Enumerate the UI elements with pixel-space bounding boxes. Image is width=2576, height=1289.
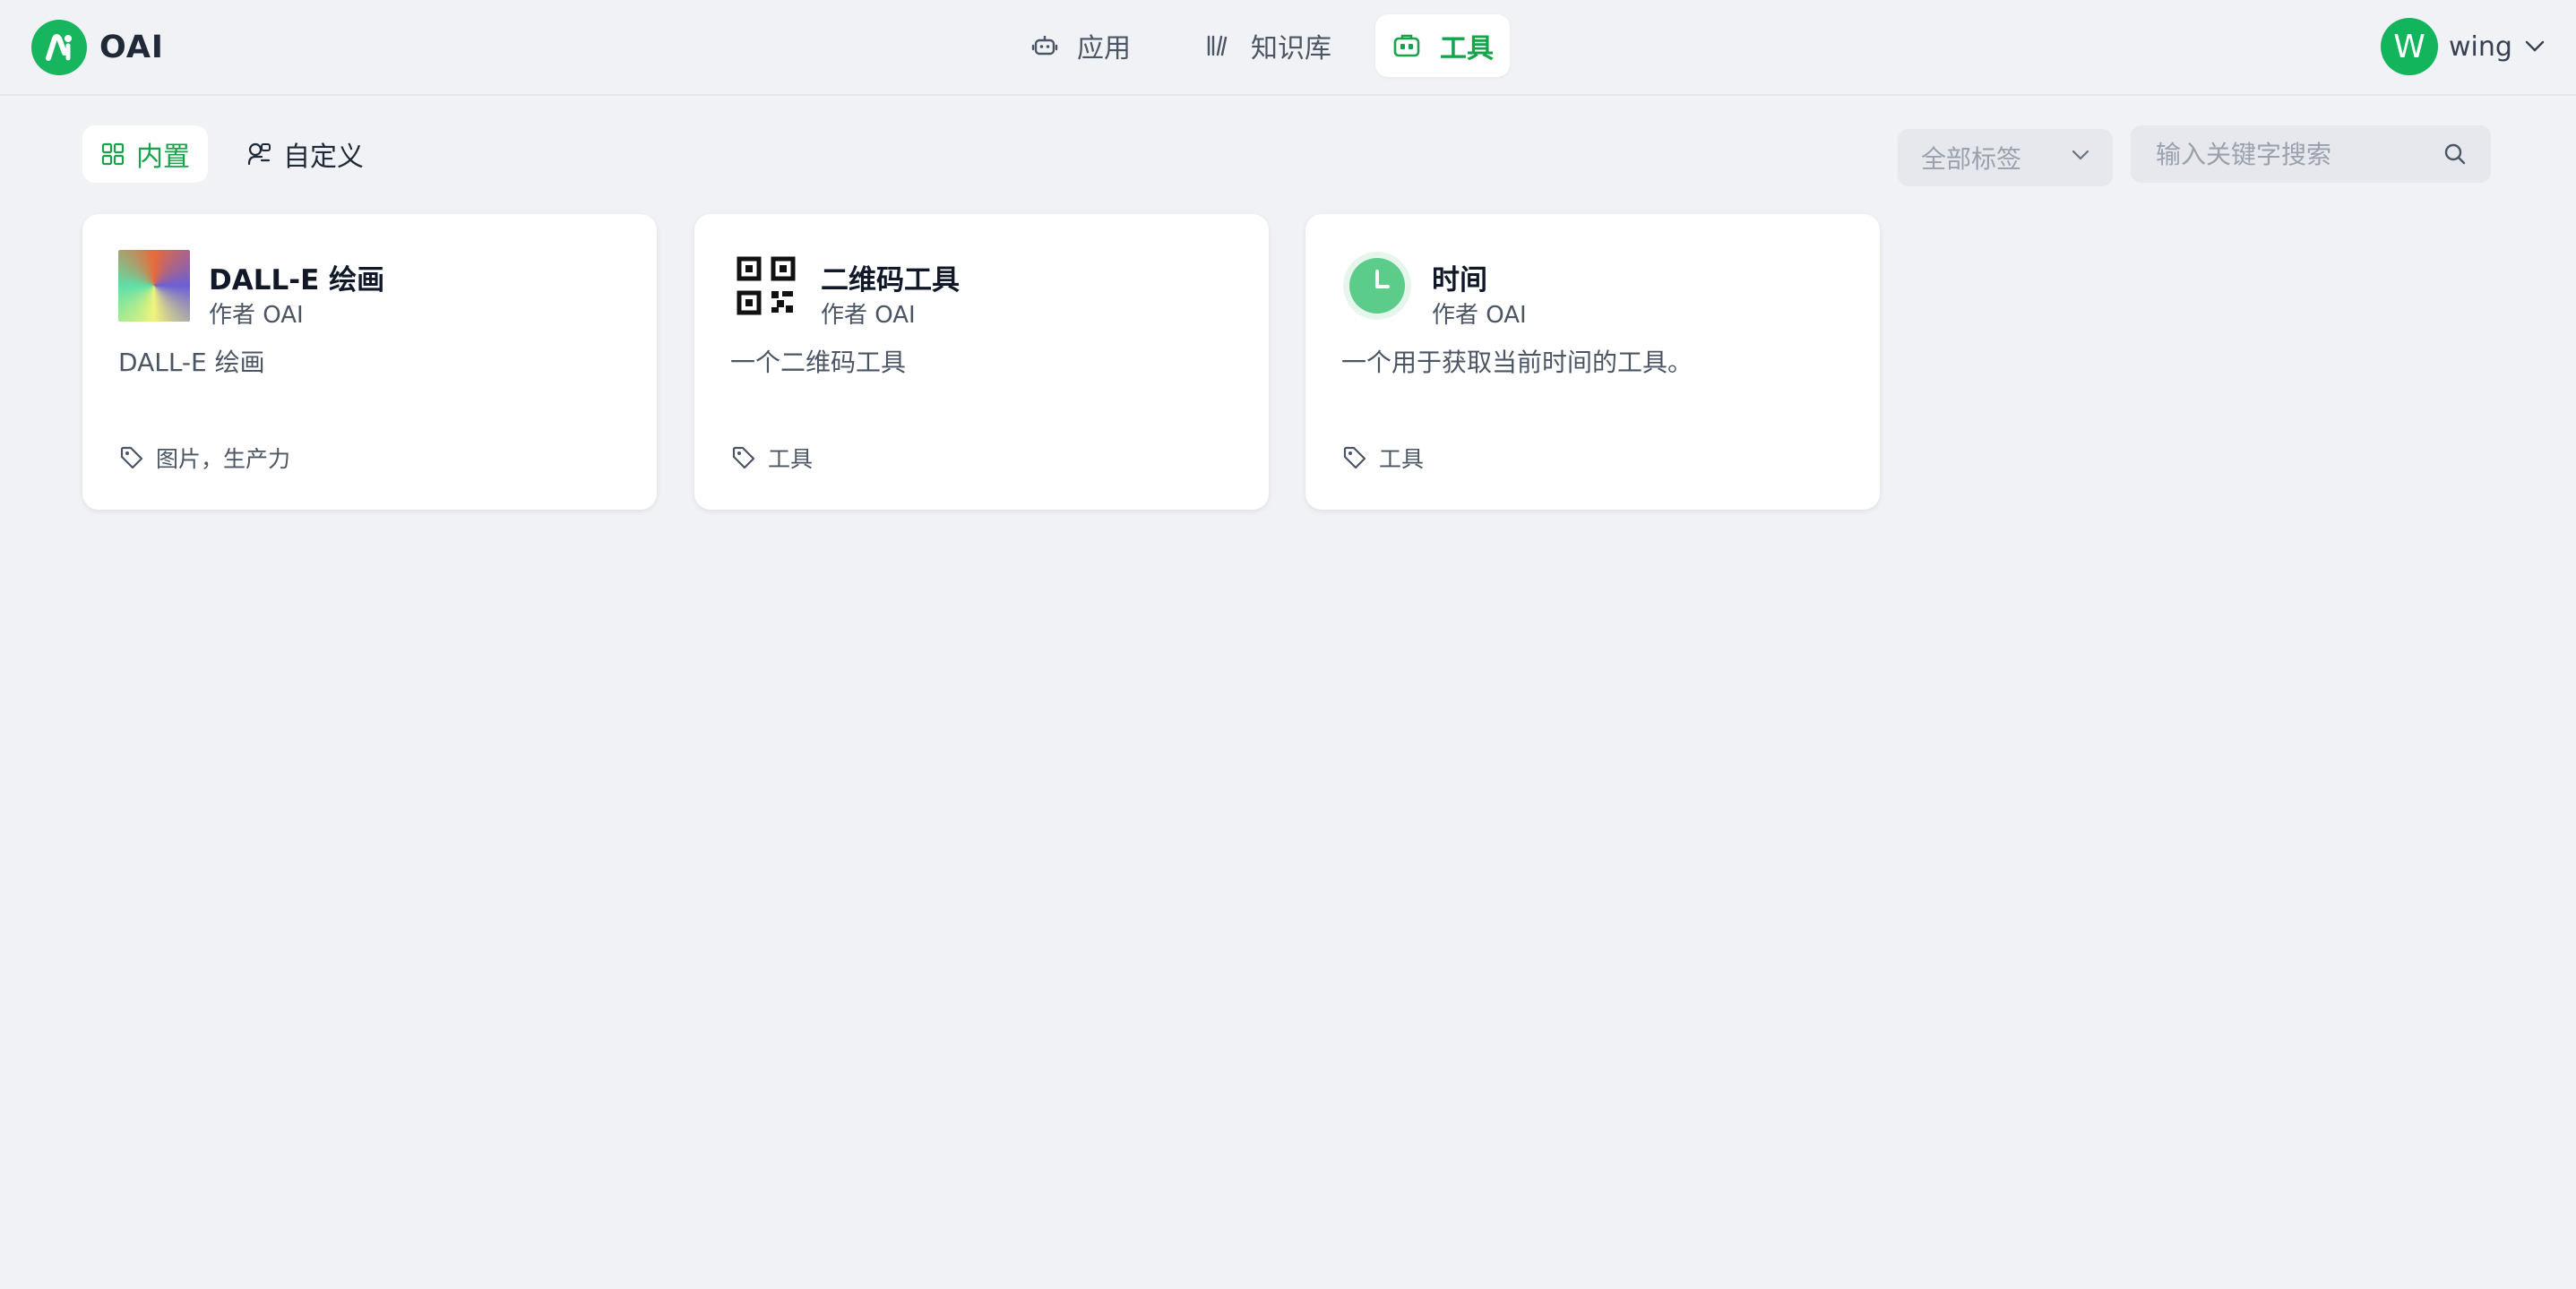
nav-label: 工具 bbox=[1440, 33, 1494, 64]
tab-label: 内置 bbox=[136, 142, 190, 173]
logo-icon bbox=[31, 20, 87, 75]
card-tags: 工具 bbox=[1341, 442, 1424, 474]
chevron-down-icon bbox=[2072, 150, 2089, 160]
brand-name: OAI bbox=[99, 30, 164, 65]
card-tags-text: 工具 bbox=[1379, 446, 1425, 472]
tag-icon bbox=[120, 446, 143, 469]
nav-label: 知识库 bbox=[1251, 33, 1331, 64]
card-description: 一个用于获取当前时间的工具。 bbox=[1341, 348, 1693, 377]
tab-builtin[interactable]: 内置 bbox=[82, 125, 208, 183]
search-icon[interactable] bbox=[2442, 142, 2468, 167]
card-author: 作者 OAI bbox=[209, 302, 304, 329]
toolbox-icon bbox=[1393, 34, 1420, 57]
nav-item-apps[interactable]: 应用 bbox=[1014, 14, 1147, 77]
card-tags: 工具 bbox=[730, 442, 813, 474]
logo[interactable]: OAI bbox=[31, 20, 164, 75]
tag-filter-select[interactable]: 全部标签 bbox=[1898, 129, 2113, 186]
qr-code-icon bbox=[730, 250, 802, 322]
tab-label: 自定义 bbox=[283, 142, 364, 173]
tool-card-qrcode[interactable]: 二维码工具 作者 OAI 一个二维码工具 工具 bbox=[694, 214, 1269, 510]
card-tags: 图片，生产力 bbox=[118, 442, 290, 474]
card-description: 一个二维码工具 bbox=[730, 348, 907, 377]
nav-item-tools[interactable]: 工具 bbox=[1375, 14, 1510, 77]
books-icon bbox=[1207, 35, 1228, 56]
tool-card-dalle[interactable]: DALL-E 绘画 作者 OAI DALL-E 绘画 图片，生产力 bbox=[82, 214, 657, 510]
card-tags-text: 工具 bbox=[768, 446, 814, 472]
card-tags-text: 图片，生产力 bbox=[156, 446, 291, 472]
tool-card-time[interactable]: 时间 作者 OAI 一个用于获取当前时间的工具。 工具 bbox=[1305, 214, 1880, 510]
card-description: DALL-E 绘画 bbox=[118, 348, 265, 377]
search-box bbox=[2131, 125, 2491, 183]
robot-icon bbox=[1031, 36, 1058, 56]
tag-icon bbox=[1343, 446, 1366, 469]
chevron-down-icon bbox=[2525, 40, 2545, 52]
dalle-gradient-icon bbox=[118, 250, 190, 322]
custom-plugin-icon bbox=[247, 142, 271, 166]
avatar: W bbox=[2381, 18, 2438, 75]
card-author: 作者 OAI bbox=[821, 302, 916, 329]
clock-icon bbox=[1341, 250, 1413, 322]
user-name: wing bbox=[2449, 30, 2512, 63]
top-header: OAI 应用 知识库 工具 W wing bbox=[0, 0, 2576, 96]
card-title: DALL-E 绘画 bbox=[209, 264, 385, 296]
nav-item-knowledge[interactable]: 知识库 bbox=[1188, 14, 1348, 77]
grid-icon bbox=[101, 142, 125, 166]
card-title: 二维码工具 bbox=[821, 264, 960, 296]
search-input[interactable] bbox=[2131, 125, 2435, 183]
user-menu[interactable]: W wing bbox=[2381, 18, 2545, 75]
card-title: 时间 bbox=[1432, 264, 1487, 296]
tab-custom[interactable]: 自定义 bbox=[228, 125, 382, 183]
nav-label: 应用 bbox=[1077, 33, 1131, 64]
card-author: 作者 OAI bbox=[1432, 302, 1527, 329]
tag-icon bbox=[732, 446, 755, 469]
tag-filter-value: 全部标签 bbox=[1921, 144, 2022, 174]
